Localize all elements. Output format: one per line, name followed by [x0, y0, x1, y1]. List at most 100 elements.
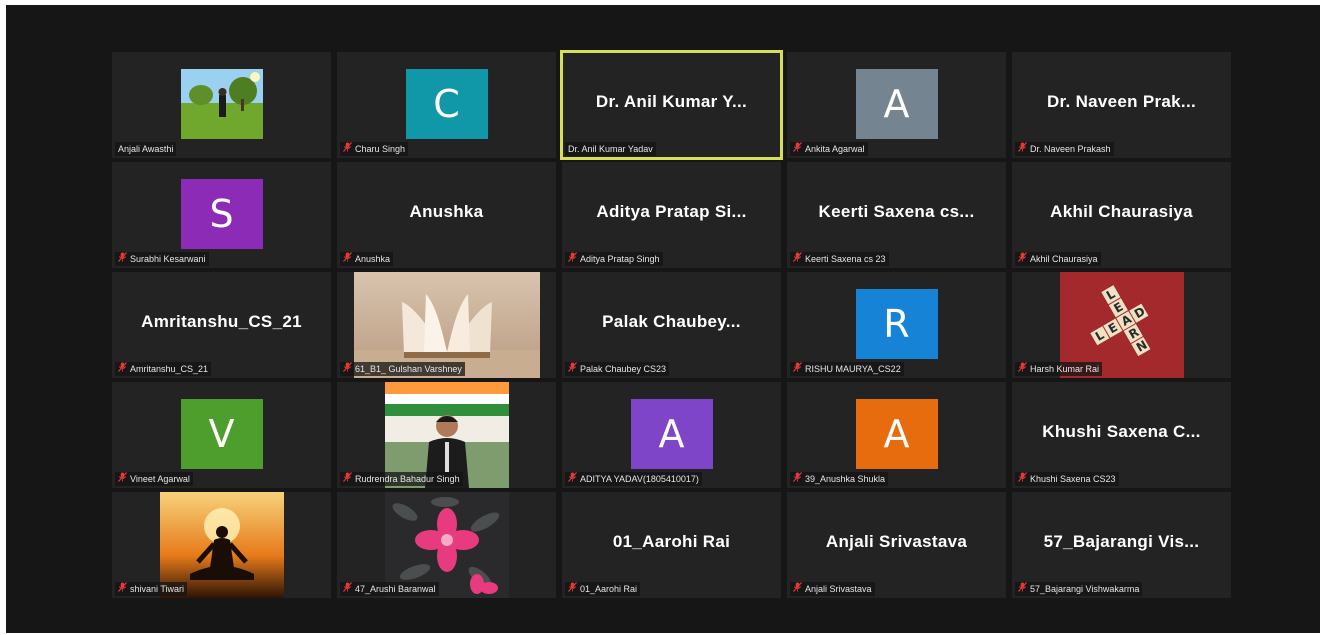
participant-name: Khushi Saxena CS23 — [1030, 474, 1116, 484]
participant-name: 61_B1_ Gulshan Varshney — [355, 364, 462, 374]
participant-name-label: Ankita Agarwal — [790, 142, 868, 156]
participant-name: Anjali Awasthi — [118, 144, 174, 154]
participant-display-name: 01_Aarohi Rai — [612, 532, 731, 551]
participant-name-label: Dr. Naveen Prakash — [1015, 142, 1114, 156]
participant-tile[interactable]: 57_Bajarangi Vis... 57_Bajarangi Vishwaka… — [1012, 492, 1231, 598]
participant-tile[interactable]: 01_Aarohi Rai 01_Aarohi Rai — [562, 492, 781, 598]
participant-name-label: Anushka — [340, 252, 394, 266]
participant-tile[interactable]: shivani Tiwari — [112, 492, 331, 598]
participant-tile[interactable]: Akhil Chaurasiya Akhil Chaurasiya — [1012, 162, 1231, 268]
participant-tile[interactable]: Keerti Saxena cs... Keerti Saxena cs 23 — [787, 162, 1006, 268]
participant-tile[interactable]: Palak Chaubey... Palak Chaubey CS23 — [562, 272, 781, 378]
mic-muted-icon — [343, 582, 352, 596]
mic-muted-icon — [118, 472, 127, 486]
participant-name: 01_Aarohi Rai — [580, 584, 638, 594]
mic-muted-icon — [343, 252, 352, 266]
participant-name-label: Amritanshu_CS_21 — [115, 362, 212, 376]
participant-name-label: 39_Anushka Shukla — [790, 472, 889, 486]
participant-name: Akhil Chaurasiya — [1030, 254, 1098, 264]
participant-tile[interactable]: Aditya Pratap Si... Aditya Pratap Singh — [562, 162, 781, 268]
participant-name-label: Anjali Awasthi — [115, 142, 177, 156]
participant-tile[interactable]: Amritanshu_CS_21 Amritanshu_CS_21 — [112, 272, 331, 378]
participant-tile[interactable]: V Vineet Agarwal — [112, 382, 331, 488]
participant-name: Vineet Agarwal — [130, 474, 190, 484]
participant-tile[interactable]: C Charu Singh — [337, 52, 556, 158]
participant-tile[interactable]: A 39_Anushka Shukla — [787, 382, 1006, 488]
mic-muted-icon — [1018, 582, 1027, 596]
participant-tile[interactable]: S Surabhi Kesarwani — [112, 162, 331, 268]
participant-tile[interactable]: Anushka Anushka — [337, 162, 556, 268]
participant-tile[interactable]: Dr. Anil Kumar Y... Dr. Anil Kumar Yadav — [560, 50, 783, 160]
participant-name-label: Charu Singh — [340, 142, 409, 156]
participant-display-name: 57_Bajarangi Vis... — [1043, 532, 1200, 551]
participant-tile[interactable]: Dr. Naveen Prak... Dr. Naveen Prakash — [1012, 52, 1231, 158]
mic-muted-icon — [568, 362, 577, 376]
participant-avatar: A — [855, 69, 938, 139]
participant-tile[interactable]: A ADITYA YADAV(1805410017) — [562, 382, 781, 488]
participant-video — [180, 69, 263, 139]
participant-tile[interactable]: Anjali Srivastava Anjali Srivastava — [787, 492, 1006, 598]
participant-tile[interactable]: A Ankita Agarwal — [787, 52, 1006, 158]
participant-name-label: 57_Bajarangi Vishwakarma — [1015, 582, 1143, 596]
participant-name-label: Rudrendra Bahadur Singh — [340, 472, 463, 486]
participant-name: Charu Singh — [355, 144, 406, 154]
participant-display-name: Amritanshu_CS_21 — [141, 312, 302, 331]
participant-display-name: Khushi Saxena C... — [1042, 422, 1201, 441]
participant-name-label: Surabhi Kesarwani — [115, 252, 209, 266]
participant-name: Dr. Naveen Prakash — [1030, 144, 1111, 154]
participant-name: 39_Anushka Shukla — [805, 474, 886, 484]
mic-muted-icon — [568, 252, 577, 266]
mic-muted-icon — [793, 472, 802, 486]
meeting-gallery-view: Anjali Awasthi C Charu Singh Dr. Anil Kumar… — [6, 5, 1320, 633]
participant-name: Amritanshu_CS_21 — [130, 364, 209, 374]
mic-muted-icon — [118, 252, 127, 266]
participant-display-name: Anjali Srivastava — [825, 532, 968, 551]
mic-muted-icon — [118, 362, 127, 376]
participant-name-label: Harsh Kumar Rai — [1015, 362, 1103, 376]
participant-name: Palak Chaubey CS23 — [580, 364, 667, 374]
participant-name: 57_Bajarangi Vishwakarma — [1030, 584, 1140, 594]
participant-name: RISHU MAURYA_CS22 — [805, 364, 901, 374]
mic-muted-icon — [343, 472, 352, 486]
participant-display-name: Palak Chaubey... — [602, 312, 741, 331]
participant-tile[interactable]: Rudrendra Bahadur Singh — [337, 382, 556, 488]
participant-display-name: Akhil Chaurasiya — [1050, 202, 1193, 221]
participant-name: Ankita Agarwal — [805, 144, 865, 154]
participant-name: Harsh Kumar Rai — [1030, 364, 1100, 374]
participant-name: Surabhi Kesarwani — [130, 254, 206, 264]
participant-name-label: Keerti Saxena cs 23 — [790, 252, 889, 266]
participant-name: ADITYA YADAV(1805410017) — [580, 474, 699, 484]
participant-avatar: A — [630, 399, 713, 469]
participant-name-label: 47_Arushi Baranwal — [340, 582, 439, 596]
participant-tile[interactable]: 61_B1_ Gulshan Varshney — [337, 272, 556, 378]
participant-avatar: A — [855, 399, 938, 469]
participant-avatar: V — [180, 399, 263, 469]
participant-avatar: R — [855, 289, 938, 359]
mic-muted-icon — [793, 582, 802, 596]
mic-muted-icon — [118, 582, 127, 596]
participant-tile[interactable]: R RISHU MAURYA_CS22 — [787, 272, 1006, 378]
participant-tile[interactable]: L E A D L E R N Harsh Kumar Rai — [1012, 272, 1231, 378]
participant-display-name: Aditya Pratap Si... — [596, 202, 747, 221]
participant-display-name: Anushka — [409, 202, 484, 221]
participant-name: shivani Tiwari — [130, 584, 185, 594]
mic-muted-icon — [793, 362, 802, 376]
participant-name-label: Anjali Srivastava — [790, 582, 875, 596]
mic-muted-icon — [1018, 472, 1027, 486]
mic-muted-icon — [793, 142, 802, 156]
participant-tile[interactable]: Anjali Awasthi — [112, 52, 331, 158]
mic-muted-icon — [568, 582, 577, 596]
participant-avatar: S — [180, 179, 263, 249]
participant-grid: Anjali Awasthi C Charu Singh Dr. Anil Kumar… — [112, 50, 1231, 598]
participant-name: 47_Arushi Baranwal — [355, 584, 436, 594]
participant-display-name: Keerti Saxena cs... — [818, 202, 975, 221]
participant-name: Aditya Pratap Singh — [580, 254, 660, 264]
participant-name-label: 01_Aarohi Rai — [565, 582, 641, 596]
participant-name-label: shivani Tiwari — [115, 582, 188, 596]
participant-name-label: Akhil Chaurasiya — [1015, 252, 1101, 266]
mic-muted-icon — [343, 362, 352, 376]
participant-tile[interactable]: 47_Arushi Baranwal — [337, 492, 556, 598]
participant-name-label: 61_B1_ Gulshan Varshney — [340, 362, 465, 376]
participant-tile[interactable]: Khushi Saxena C... Khushi Saxena CS23 — [1012, 382, 1231, 488]
mic-muted-icon — [568, 472, 577, 486]
